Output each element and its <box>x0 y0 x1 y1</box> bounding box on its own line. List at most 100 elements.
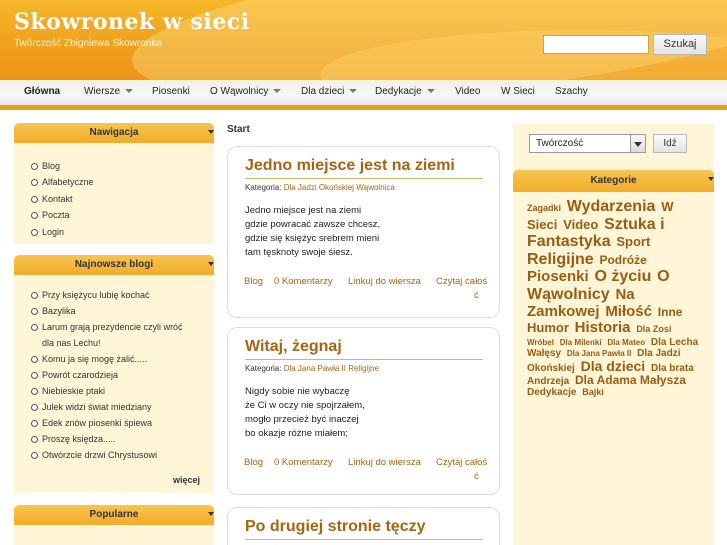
nav-link-blog[interactable]: Blog <box>14 158 214 174</box>
list-item[interactable]: Proszę księdza..... <box>14 431 214 447</box>
list-item[interactable]: Otwórzcie drzwi Chrystusowi <box>14 447 214 463</box>
comments-link[interactable]: 0 Komentarzy <box>274 276 333 287</box>
category-tag[interactable]: Dla Zosi <box>636 324 671 334</box>
category-tag[interactable]: Zagadki <box>527 203 561 213</box>
popular-title: Popularne <box>89 509 139 520</box>
search-input[interactable] <box>543 35 649 54</box>
go-button[interactable]: Idź <box>653 134 687 153</box>
popular-header[interactable]: Popularne <box>14 505 214 525</box>
category-tag[interactable]: Podróże <box>599 253 646 267</box>
divider <box>245 539 483 540</box>
divider <box>245 359 483 360</box>
chevron-down-icon <box>208 262 214 266</box>
site-header: Skowronek w sieci Twórczość Zbigniewa Sk… <box>0 0 727 80</box>
nav-item-piosenki[interactable]: Piosenki <box>152 86 190 97</box>
list-item[interactable]: Komu ja się mogę żalić..... <box>14 351 214 367</box>
category-select[interactable]: Twórczość <box>529 134 646 153</box>
read-more-link-cont[interactable]: ć <box>474 290 479 301</box>
category-tag[interactable]: Dla Adama Małysza <box>575 373 686 387</box>
nav-item-dedykacje[interactable]: Dedykacje <box>375 86 435 97</box>
chevron-down-icon <box>426 89 435 94</box>
excerpt-line: Jedno miejsce jest na ziemi <box>245 205 362 216</box>
category-tag[interactable]: Video <box>563 217 598 232</box>
category-tag[interactable]: Miłość <box>605 303 652 320</box>
category-link[interactable]: Dla Jadzi Okońskiej <box>284 183 354 192</box>
category-tag[interactable]: O życiu <box>594 268 651 285</box>
nav-item-o-wawolnicy[interactable]: O Wąwolnicy <box>210 86 282 97</box>
list-item[interactable]: Bazylika <box>14 303 214 319</box>
list-item[interactable]: Julek widzi świat miedziany <box>14 399 214 415</box>
category-tag[interactable]: Religijne <box>527 251 594 268</box>
category-link[interactable]: Dla Jana Pawła II <box>284 364 346 373</box>
post-excerpt: Nigdy sobie nie wybaczę że Ci w oczy nie… <box>245 385 365 441</box>
excerpt-line: mogło przecież być inaczej <box>245 414 359 425</box>
comments-link[interactable]: 0 Komentarzy <box>274 457 333 468</box>
category-tag[interactable]: Dla dzieci <box>581 358 646 374</box>
list-item[interactable]: Powrót czarodzieja <box>14 367 214 383</box>
blog-link[interactable]: Blog <box>244 276 263 287</box>
category-tag[interactable]: Humor <box>527 320 569 335</box>
category-tag[interactable]: Dla Milenki <box>560 338 602 347</box>
nav-link-kontakt[interactable]: Kontakt <box>14 191 214 207</box>
nav-item-szachy[interactable]: Szachy <box>555 86 588 97</box>
excerpt-line: gdzie się księżyc srebrem mieni <box>245 233 380 244</box>
category-tag[interactable]: Wróbel <box>527 338 554 347</box>
navigation-box: Blog Alfabetyczne Kontakt Poczta Login <box>14 143 214 244</box>
chevron-down-icon <box>349 89 358 94</box>
chevron-down-icon <box>208 130 214 134</box>
list-item-continued[interactable]: dla nas Lechu! <box>14 335 214 351</box>
nav-item-video[interactable]: Video <box>455 86 480 97</box>
chevron-down-icon <box>125 89 134 94</box>
chevron-down-icon <box>708 177 714 181</box>
category-tag[interactable]: Sport <box>616 234 650 249</box>
nav-link-poczta[interactable]: Poczta <box>14 207 214 223</box>
list-item[interactable]: Niebieskie ptaki <box>14 383 214 399</box>
category-tag[interactable]: Dla Mateo <box>607 338 645 347</box>
read-more-link-cont[interactable]: ć <box>474 471 479 482</box>
post-title[interactable]: Jedno miejsce jest na ziemi <box>245 157 455 175</box>
nav-item-w-sieci[interactable]: W Sieci <box>501 86 535 97</box>
category-tag[interactable]: Historia <box>575 319 631 336</box>
nav-item-dla-dzieci[interactable]: Dla dzieci <box>301 86 358 97</box>
category-tag[interactable]: Inne <box>658 305 683 319</box>
tag-cloud: Zagadki Wydarzenia W Sieci Video Sztuka … <box>527 198 705 398</box>
nav-link-login[interactable]: Login <box>14 224 214 240</box>
read-more-link[interactable]: Czytaj całoś <box>436 457 487 468</box>
search-button[interactable]: Szukaj <box>653 34 707 55</box>
nav-item-glowna[interactable]: Główna <box>24 86 60 97</box>
category-label: Kategoria: <box>245 183 282 192</box>
nav-link-alfabetyczne[interactable]: Alfabetyczne <box>14 174 214 190</box>
post-card: Po drugiej stronie tęczy <box>227 507 500 545</box>
list-item[interactable]: Larum grają prezydencie czyli wróć <box>14 319 214 335</box>
site-subtitle: Twórczość Zbigniewa Skowronka <box>14 38 162 49</box>
breadcrumb[interactable]: Start <box>227 124 250 135</box>
chevron-down-icon[interactable] <box>630 134 646 153</box>
categories-header[interactable]: Kategorie <box>513 170 714 192</box>
latest-blogs-header[interactable]: Najnowsze blogi <box>14 255 214 275</box>
link-to-poem[interactable]: Linkuj do wiersza <box>348 276 421 287</box>
post-title[interactable]: Po drugiej stronie tęczy <box>245 518 425 536</box>
nav-item-wiersze[interactable]: Wiersze <box>84 86 134 97</box>
site-title[interactable]: Skowronek w sieci <box>14 9 250 35</box>
category-tag[interactable]: Dedykacje <box>527 387 576 398</box>
category-link[interactable]: Religijne <box>348 364 379 373</box>
category-tag[interactable]: Bajki <box>582 387 604 397</box>
popular-box <box>14 525 214 545</box>
chevron-down-icon <box>208 512 214 516</box>
excerpt-line: bo okazje różne miałem; <box>245 428 348 439</box>
blog-link[interactable]: Blog <box>244 457 263 468</box>
main-nav: Główna Wiersze Piosenki O Wąwolnicy Dla … <box>0 80 727 110</box>
category-link[interactable]: Wąwolnica <box>356 183 395 192</box>
list-item[interactable]: Edek znów piosenki śpiewa <box>14 415 214 431</box>
latest-blogs-title: Najnowsze blogi <box>74 259 154 270</box>
post-title[interactable]: Witaj, żegnaj <box>245 338 342 356</box>
category-tag[interactable]: Dla Jana Pawła II <box>567 349 631 358</box>
navigation-box-header[interactable]: Nawigacja <box>14 123 214 143</box>
category-tag[interactable]: Wydarzenia <box>567 198 656 215</box>
navigation-box-title: Nawigacja <box>89 127 139 138</box>
list-item[interactable]: Przy księżycu lubię kochać <box>14 287 214 303</box>
more-link[interactable]: więcej <box>173 475 200 485</box>
read-more-link[interactable]: Czytaj całoś <box>436 276 487 287</box>
link-to-poem[interactable]: Linkuj do wiersza <box>348 457 421 468</box>
category-tag[interactable]: Piosenki <box>527 268 589 286</box>
